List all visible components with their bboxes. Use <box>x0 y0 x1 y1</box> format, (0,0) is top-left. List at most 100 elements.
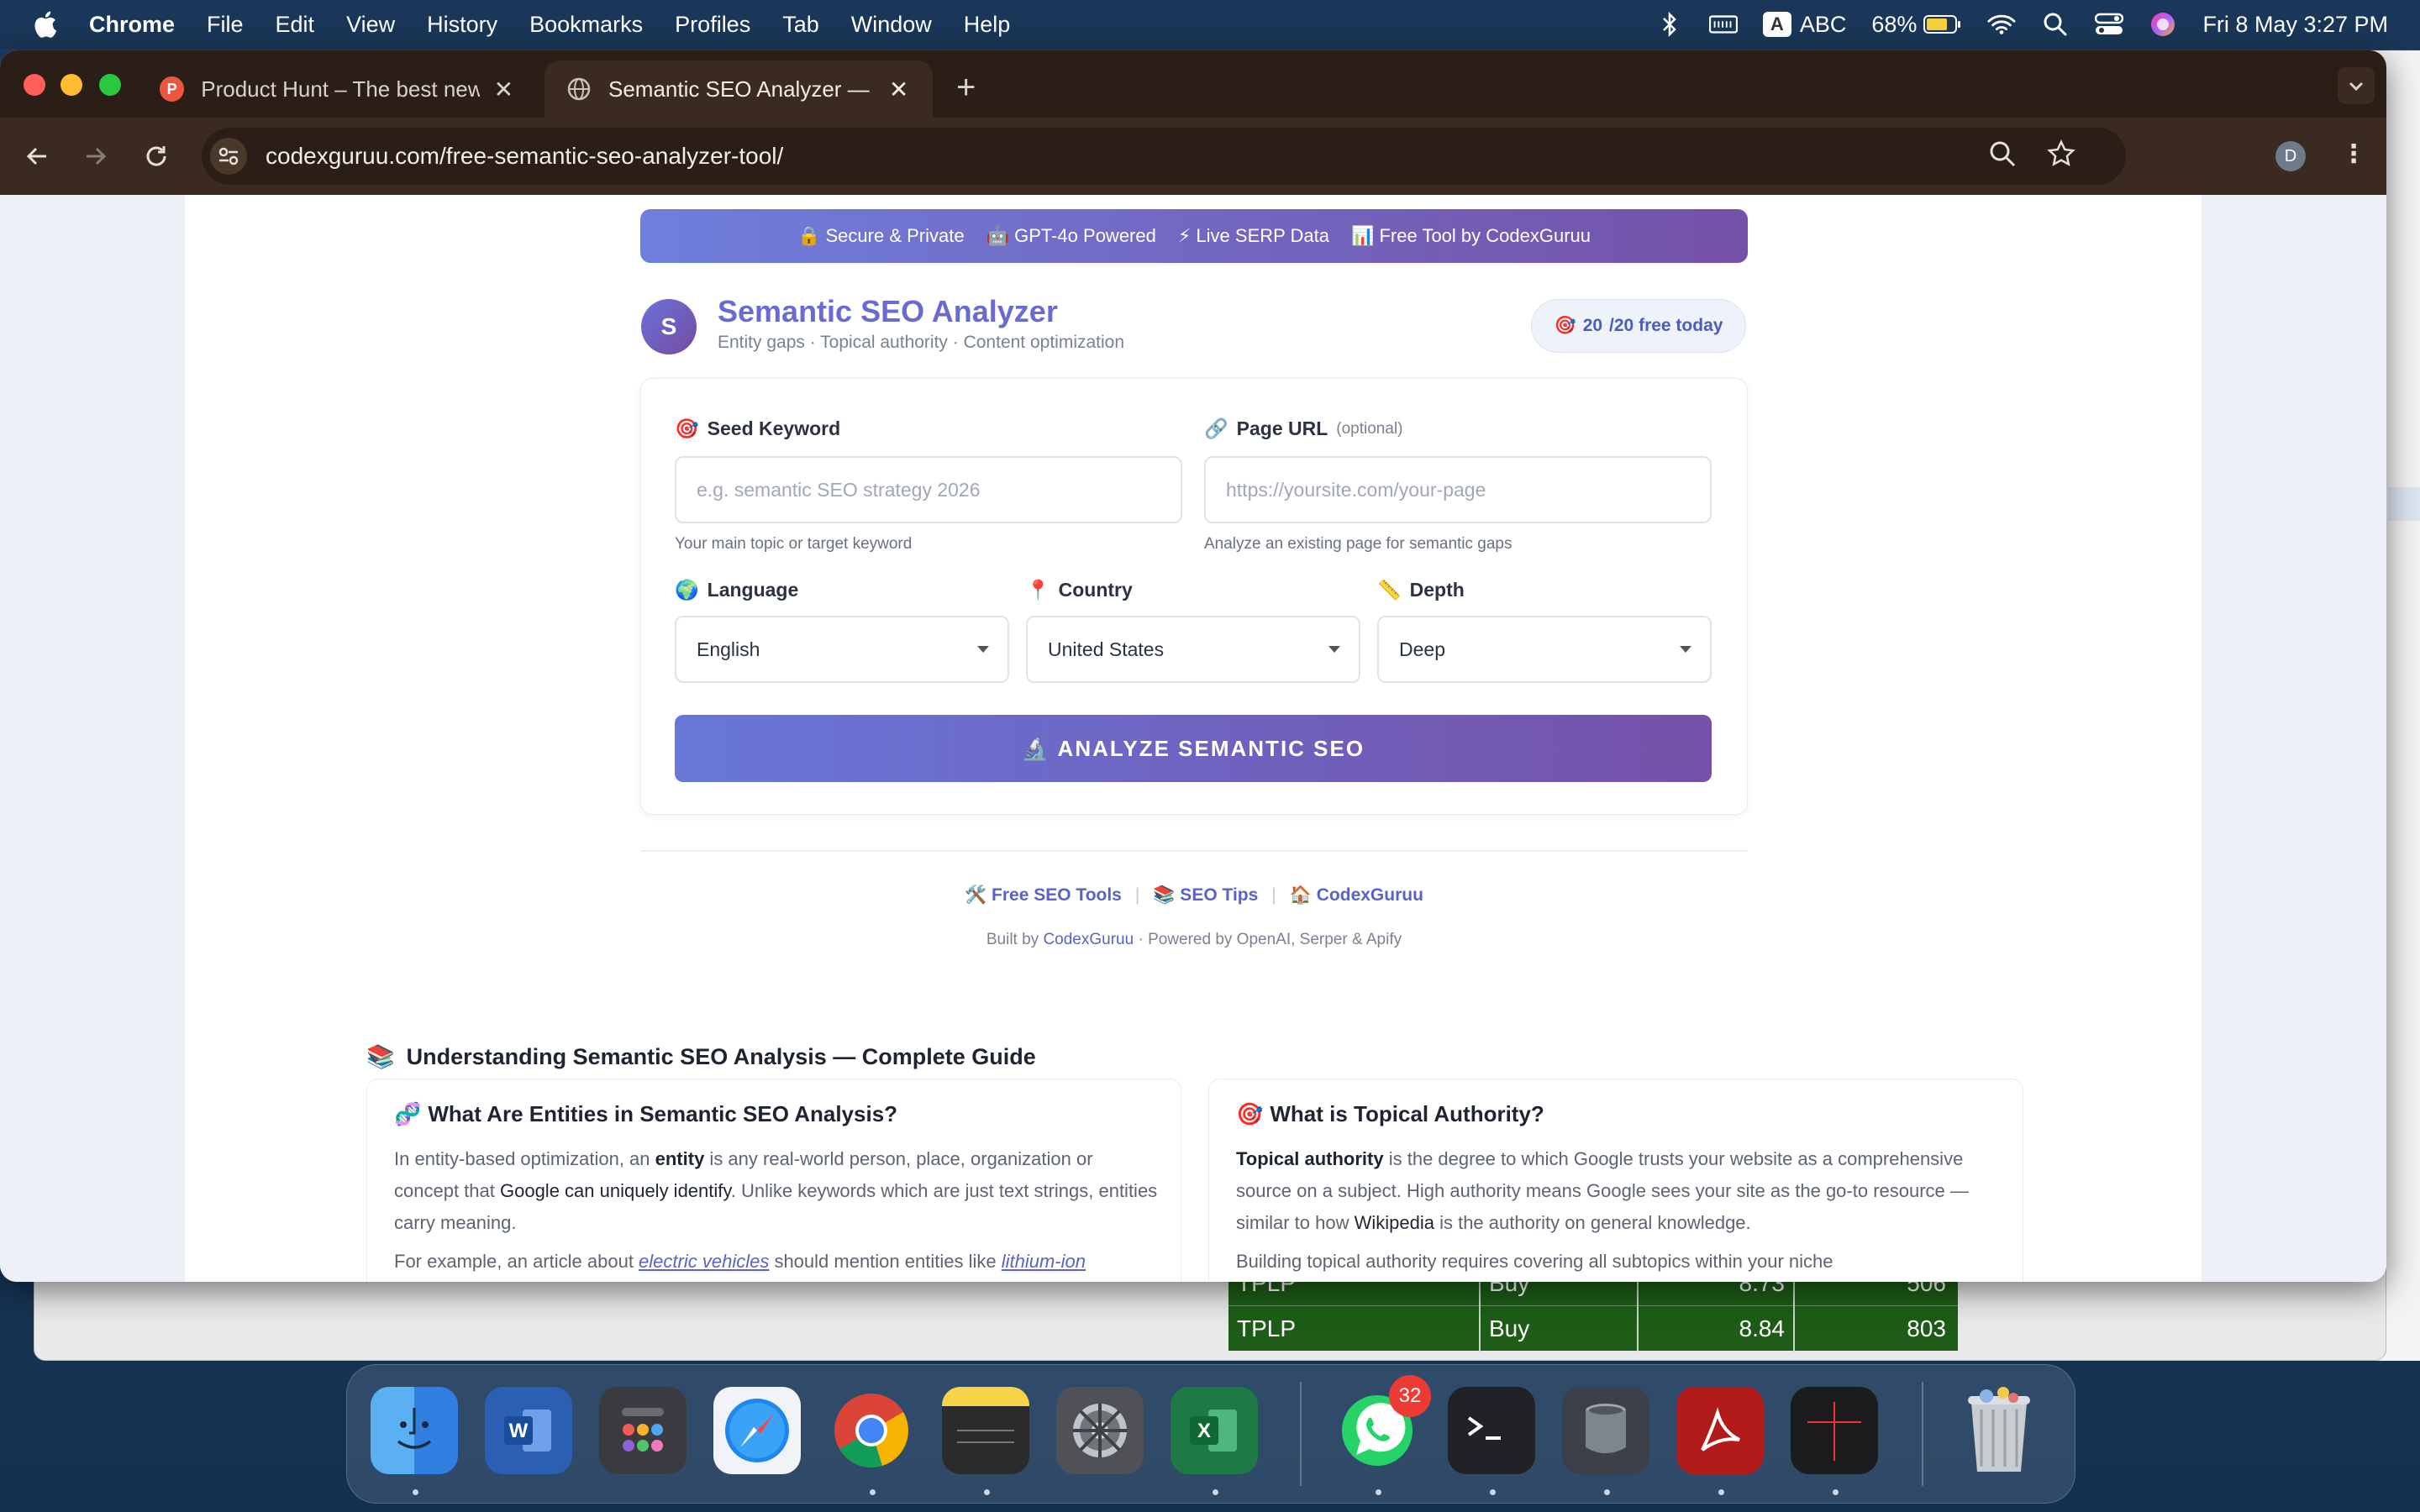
menu-app-name[interactable]: Chrome <box>89 12 175 38</box>
free-seo-tools-link[interactable]: 🛠️ Free SEO Tools <box>965 885 1122 906</box>
link-icon: 🔗 <box>1204 417 1228 439</box>
page-title: Semantic SEO Analyzer <box>718 294 1058 328</box>
globe-icon: 🌍 <box>675 579 699 601</box>
trash-icon[interactable] <box>1955 1387 2043 1474</box>
tab-title: Product Hunt – The best new <box>201 76 480 102</box>
chevron-down-icon <box>1680 646 1691 653</box>
tab-semantic-seo[interactable]: Semantic SEO Analyzer — Fre ✕ <box>544 60 933 118</box>
card-title-text: What is Topical Authority? <box>1270 1101 1544 1126</box>
text-run: entity <box>655 1148 705 1169</box>
privacy-cleaner-icon[interactable] <box>1562 1387 1649 1474</box>
close-tab-icon[interactable]: ✕ <box>492 76 516 103</box>
lithium-ion-link[interactable]: lithium-ion <box>1002 1251 1086 1272</box>
terminal-icon[interactable] <box>1448 1387 1535 1474</box>
label-text: Seed Keyword <box>707 417 841 439</box>
table-cell: TPLP <box>1228 1305 1481 1352</box>
target-icon: 🎯 <box>675 417 699 439</box>
chrome-icon[interactable] <box>828 1387 915 1474</box>
finder-icon[interactable] <box>371 1387 458 1474</box>
codexguruu-link[interactable]: 🏠 CodexGuruu <box>1290 885 1423 906</box>
seed-keyword-input[interactable]: e.g. semantic SEO strategy 2026 <box>675 456 1182 523</box>
zoom-window-button[interactable] <box>99 74 121 96</box>
chevron-down-icon <box>1328 646 1340 653</box>
launchpad-icon[interactable] <box>599 1387 687 1474</box>
acrobat-icon[interactable] <box>1676 1387 1764 1474</box>
running-indicator <box>1376 1489 1381 1495</box>
system-settings-icon[interactable] <box>1056 1387 1144 1474</box>
analyze-button[interactable]: 🔬 ANALYZE SEMANTIC SEO <box>675 715 1712 782</box>
input-source[interactable]: A ABC <box>1762 12 1846 38</box>
text-run: is the authority on general knowledge. <box>1434 1212 1751 1233</box>
running-indicator <box>1718 1489 1724 1495</box>
address-bar[interactable]: codexguruu.com/free-semantic-seo-analyze… <box>202 128 2126 185</box>
safari-icon[interactable] <box>713 1387 801 1474</box>
page-url-label: 🔗 Page URL (optional) <box>1204 417 1403 440</box>
background-window-highlight <box>2388 487 2420 521</box>
text-run: Wikipedia <box>1354 1212 1434 1233</box>
battery-status[interactable]: 68% <box>1871 12 1962 38</box>
apple-icon[interactable] <box>32 10 57 39</box>
control-center-icon[interactable] <box>2095 10 2124 39</box>
whatsapp-icon[interactable]: 32 <box>1334 1375 1431 1474</box>
keyboard-icon[interactable] <box>1708 10 1738 39</box>
depth-select[interactable]: Deep <box>1377 616 1712 683</box>
menu-help[interactable]: Help <box>964 12 1011 38</box>
menu-view[interactable]: View <box>346 12 395 38</box>
reload-button[interactable] <box>138 138 175 175</box>
tab-product-hunt[interactable]: P Product Hunt – The best new ✕ <box>138 60 538 118</box>
back-button[interactable] <box>18 138 55 175</box>
seo-tips-link[interactable]: 📚 SEO Tips <box>1153 885 1258 906</box>
text-run: For example, an article about <box>394 1251 639 1272</box>
url-text[interactable]: codexguruu.com/free-semantic-seo-analyze… <box>266 143 783 170</box>
clock[interactable]: Fri 8 May 3:27 PM <box>2202 12 2388 38</box>
close-window-button[interactable] <box>24 74 45 96</box>
page-url-input[interactable]: https://yoursite.com/your-page <box>1204 456 1712 523</box>
ruler-icon: 📏 <box>1377 579 1402 601</box>
divider <box>640 850 1748 852</box>
electric-vehicles-link[interactable]: electric vehicles <box>639 1251 769 1272</box>
codexguruu-brand-link[interactable]: CodexGuruu <box>1043 931 1134 948</box>
dock: W X 32 <box>346 1364 2075 1504</box>
forward-button[interactable] <box>77 138 114 175</box>
profile-avatar[interactable]: D <box>2275 141 2306 171</box>
word-icon[interactable]: W <box>485 1387 572 1474</box>
built-by-line: Built by CodexGuruu · Powered by OpenAI,… <box>640 931 1748 949</box>
card-title: 🧬 What Are Entities in Semantic SEO Anal… <box>394 1101 897 1127</box>
spotlight-icon[interactable] <box>2041 10 2070 39</box>
table-cell: Buy <box>1481 1305 1639 1352</box>
bookmark-star-icon[interactable] <box>2047 139 2075 172</box>
menu-profiles[interactable]: Profiles <box>675 12 750 38</box>
menu-tab[interactable]: Tab <box>782 12 819 38</box>
wifi-icon[interactable] <box>1987 10 2016 39</box>
label-text: Depth <box>1409 579 1465 601</box>
optional-tag: (optional) <box>1336 419 1403 438</box>
bluetooth-icon[interactable] <box>1655 10 1684 39</box>
tab-search-button[interactable] <box>2338 67 2375 104</box>
running-indicator <box>870 1489 876 1495</box>
excel-icon[interactable]: X <box>1171 1387 1258 1474</box>
running-indicator <box>1213 1489 1218 1495</box>
notes-icon[interactable] <box>942 1387 1029 1474</box>
menu-bookmarks[interactable]: Bookmarks <box>529 12 643 38</box>
stocks-icon[interactable] <box>1791 1387 1878 1474</box>
menu-window[interactable]: Window <box>851 12 932 38</box>
language-select[interactable]: English <box>675 616 1009 683</box>
country-select[interactable]: United States <box>1026 616 1360 683</box>
menu-history[interactable]: History <box>427 12 497 38</box>
more-menu-icon[interactable]: ⋮ <box>2341 139 2366 169</box>
menu-edit[interactable]: Edit <box>276 12 315 38</box>
quota-label: /20 free today <box>1609 316 1723 335</box>
dock-separator <box>1300 1382 1302 1486</box>
input-source-icon: A <box>1762 12 1791 37</box>
svg-text:X: X <box>1197 1420 1211 1442</box>
menu-file[interactable]: File <box>207 12 244 38</box>
new-tab-button[interactable]: + <box>956 69 976 107</box>
siri-icon[interactable] <box>2149 10 2177 39</box>
page-subtitle: Entity gaps · Topical authority · Conten… <box>718 333 1125 352</box>
site-settings-icon[interactable] <box>210 138 247 175</box>
browser-window: P Product Hunt – The best new ✕ Semantic… <box>0 50 2386 1282</box>
zoom-icon[interactable] <box>1988 139 2017 172</box>
minimize-window-button[interactable] <box>60 74 82 96</box>
close-tab-icon[interactable]: ✕ <box>886 76 911 103</box>
notification-badge: 32 <box>1389 1375 1431 1417</box>
